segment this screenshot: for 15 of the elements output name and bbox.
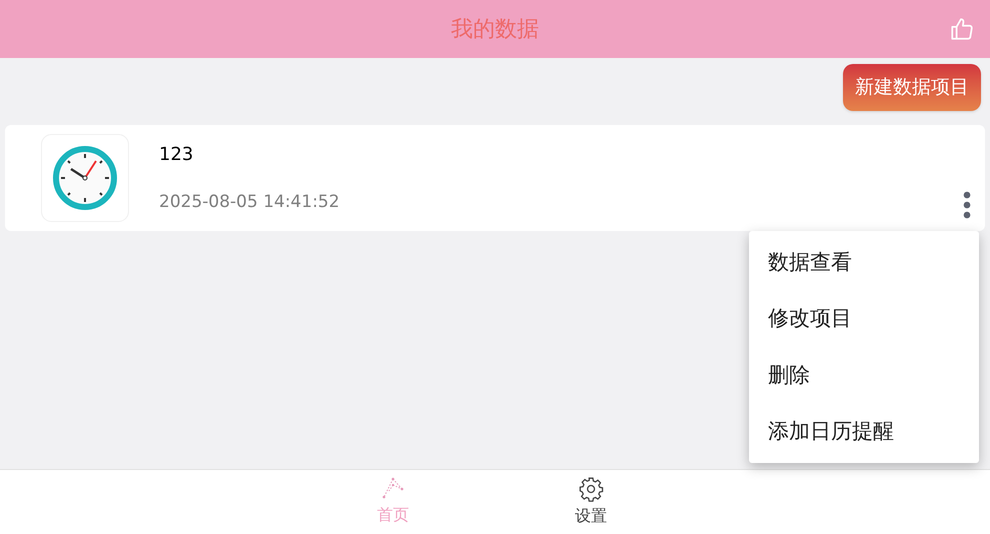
more-options-icon[interactable]: [963, 191, 971, 219]
menu-item[interactable]: 数据查看: [749, 234, 979, 290]
page-title: 我的数据: [451, 16, 539, 44]
item-name: 123: [159, 142, 194, 167]
constellation-icon: [380, 477, 406, 501]
nav-tab[interactable]: 设置: [492, 470, 690, 534]
thumbs-up-icon[interactable]: [949, 16, 975, 42]
menu-item[interactable]: 删除: [749, 347, 979, 404]
new-item-button[interactable]: 新建数据项目: [843, 64, 981, 111]
menu-item[interactable]: 修改项目: [749, 290, 979, 347]
item-timestamp: 2025-08-05 14:41:52: [159, 190, 341, 214]
clock-icon: [41, 134, 129, 222]
settings-icon: [578, 476, 604, 502]
menu-item[interactable]: 添加日历提醒: [749, 404, 979, 460]
item-card[interactable]: 123 2025-08-05 14:41:52: [5, 125, 985, 231]
